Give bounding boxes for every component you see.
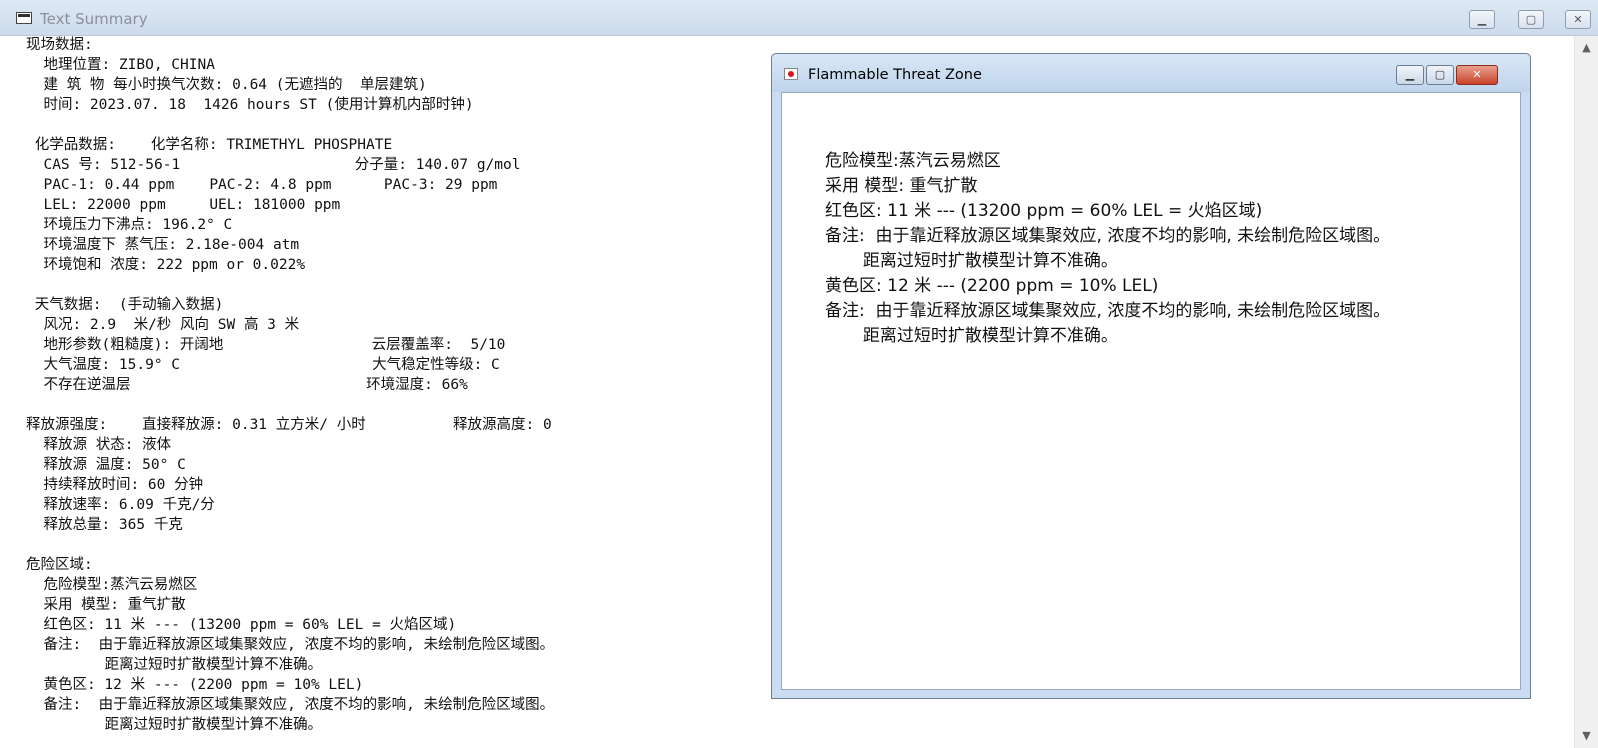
summary-line: 天气数据: (手动输入数据)	[26, 297, 224, 313]
summary-line: 危险模型:蒸汽云易燃区	[26, 577, 198, 593]
threat-zone-line: 距离过短时扩散模型计算不准确。	[825, 251, 1118, 271]
close-button[interactable]: ✕	[1565, 10, 1591, 29]
summary-line: 持续释放时间: 60 分钟	[26, 477, 204, 493]
child-titlebar[interactable]: Flammable Threat Zone ▁ ▢ ✕	[772, 54, 1530, 92]
minimize-button[interactable]: ▁	[1469, 10, 1495, 29]
child-close-button[interactable]: ✕	[1456, 65, 1498, 85]
threat-zone-line: 备注: 由于靠近释放源区域集聚效应, 浓度不均的影响, 未绘制危险区域图。	[825, 226, 1391, 246]
summary-line: 现场数据:	[26, 37, 93, 53]
summary-line: 环境温度下 蒸气压: 2.18e-004 atm	[26, 237, 300, 253]
maximize-button[interactable]: ▢	[1518, 10, 1544, 29]
app-window-icon	[16, 12, 32, 24]
summary-line: 备注: 由于靠近释放源区域集聚效应, 浓度不均的影响, 未绘制危险区域图。	[26, 637, 555, 653]
summary-line: 大气温度: 15.9° C 大气稳定性等级: C	[26, 357, 500, 373]
summary-line: 释放源强度: 直接释放源: 0.31 立方米/ 小时 释放源高度: 0	[26, 417, 552, 433]
summary-line: 距离过短时扩散模型计算不准确。	[26, 657, 323, 673]
summary-line: CAS 号: 512-56-1 分子量: 140.07 g/mol	[26, 157, 521, 173]
summary-line: 不存在逆温层 环境湿度: 66%	[26, 377, 468, 393]
summary-line: 备注: 由于靠近释放源区域集聚效应, 浓度不均的影响, 未绘制危险区域图。	[26, 697, 555, 713]
threat-zone-icon	[784, 68, 798, 80]
vertical-scrollbar[interactable]: ▲ ▼	[1574, 36, 1598, 748]
threat-zone-line: 距离过短时扩散模型计算不准确。	[825, 326, 1118, 346]
threat-zone-text-area: 危险模型:蒸汽云易燃区 采用 模型: 重气扩散 红色区: 11 米 --- (1…	[781, 92, 1521, 690]
summary-line: 距离过短时扩散模型计算不准确。	[26, 717, 323, 733]
window-title: Text Summary	[40, 10, 148, 28]
flammable-threat-zone-window[interactable]: Flammable Threat Zone ▁ ▢ ✕ 危险模型:蒸汽云易燃区 …	[771, 53, 1531, 699]
summary-line: 环境饱和 浓度: 222 ppm or 0.022%	[26, 257, 306, 273]
threat-zone-line: 红色区: 11 米 --- (13200 ppm = 60% LEL = 火焰区…	[825, 201, 1263, 221]
scroll-up-arrow-icon[interactable]: ▲	[1575, 38, 1598, 58]
summary-line: LEL: 22000 ppm UEL: 181000 ppm	[26, 197, 341, 213]
summary-line: 地形参数(粗糙度): 开阔地 云层覆盖率: 5/10	[26, 337, 506, 353]
threat-zone-line: 危险模型:蒸汽云易燃区	[825, 151, 1001, 171]
summary-line: 释放速率: 6.09 千克/分	[26, 497, 215, 513]
summary-line: 红色区: 11 米 --- (13200 ppm = 60% LEL = 火焰区…	[26, 617, 457, 633]
summary-line: 化学品数据: 化学名称: TRIMETHYL PHOSPHATE	[26, 137, 393, 153]
child-minimize-button[interactable]: ▁	[1396, 65, 1424, 85]
threat-zone-line: 备注: 由于靠近释放源区域集聚效应, 浓度不均的影响, 未绘制危险区域图。	[825, 301, 1391, 321]
summary-line: 采用 模型: 重气扩散	[26, 597, 186, 613]
main-titlebar[interactable]: Text Summary ▁ ▢ ✕	[0, 0, 1598, 36]
child-maximize-button[interactable]: ▢	[1426, 65, 1454, 85]
summary-line: 地理位置: ZIBO, CHINA	[26, 57, 215, 73]
child-window-title: Flammable Threat Zone	[808, 67, 982, 83]
summary-line: 释放源 温度: 50° C	[26, 457, 186, 473]
summary-line: 建 筑 物 每小时换气次数: 0.64 (无遮挡的 单层建筑)	[26, 77, 427, 93]
summary-line: 风况: 2.9 米/秒 风向 SW 高 3 米	[26, 317, 300, 333]
summary-line: 释放总量: 365 千克	[26, 517, 183, 533]
summary-line: 时间: 2023.07. 18 1426 hours ST (使用计算机内部时钟…	[26, 97, 474, 113]
summary-line: 危险区域:	[26, 557, 93, 573]
summary-line: 黄色区: 12 米 --- (2200 ppm = 10% LEL)	[26, 677, 364, 693]
summary-line: 环境压力下沸点: 196.2° C	[26, 217, 233, 233]
threat-zone-line: 黄色区: 12 米 --- (2200 ppm = 10% LEL)	[825, 276, 1159, 296]
summary-line: 释放源 状态: 液体	[26, 437, 172, 453]
summary-line: PAC-1: 0.44 ppm PAC-2: 4.8 ppm PAC-3: 29…	[26, 177, 498, 193]
threat-zone-line: 采用 模型: 重气扩散	[825, 176, 978, 196]
scroll-down-arrow-icon[interactable]: ▼	[1575, 726, 1598, 746]
